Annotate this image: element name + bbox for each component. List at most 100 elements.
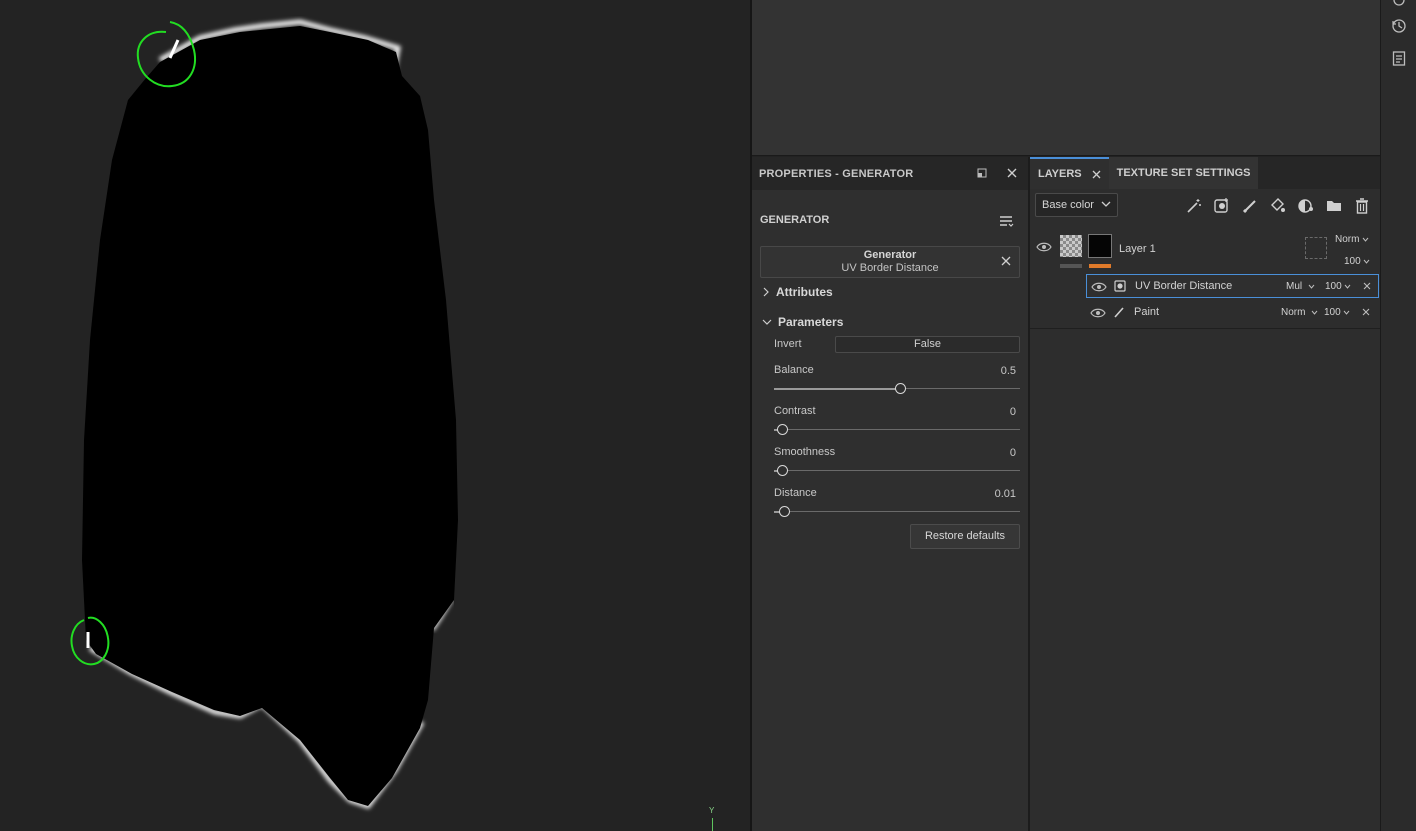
effect-blend-label: Mul bbox=[1286, 281, 1303, 292]
chevron-down-icon bbox=[762, 319, 772, 325]
balance-slider-knob[interactable] bbox=[895, 383, 906, 394]
add-folder-icon[interactable] bbox=[1324, 196, 1344, 216]
balance-slider[interactable] bbox=[774, 383, 1020, 395]
smoothness-label: Smoothness bbox=[774, 446, 836, 458]
viewport-3d[interactable]: Y bbox=[0, 0, 750, 831]
effect-blend-label: Norm bbox=[1281, 307, 1306, 318]
add-effect-wand-icon[interactable] bbox=[1184, 196, 1204, 216]
distance-slider-knob[interactable] bbox=[779, 506, 790, 517]
add-mask-icon[interactable] bbox=[1212, 196, 1232, 216]
layer-content-thumbnail[interactable] bbox=[1060, 235, 1082, 257]
effect-opacity[interactable]: 100 bbox=[1324, 307, 1350, 318]
delete-trash-icon[interactable] bbox=[1352, 196, 1372, 216]
smoothness-slider-knob[interactable] bbox=[777, 465, 788, 476]
distance-label: Distance bbox=[774, 487, 817, 499]
clipboard-icon[interactable] bbox=[1389, 48, 1409, 68]
chevron-down-icon bbox=[1311, 310, 1318, 315]
contrast-label: Contrast bbox=[774, 405, 816, 417]
restore-defaults-button[interactable]: Restore defaults bbox=[910, 524, 1020, 549]
history-icon[interactable] bbox=[1389, 16, 1409, 36]
effect-row-selected[interactable]: UV Border Distance Mul 100 bbox=[1086, 274, 1379, 298]
visibility-eye-icon[interactable] bbox=[1091, 281, 1107, 293]
chevron-right-icon bbox=[763, 287, 769, 297]
tab-texture-label: TEXTURE SET SETTINGS bbox=[1116, 167, 1251, 179]
add-paint-layer-icon[interactable] bbox=[1240, 196, 1260, 216]
undock-icon[interactable] bbox=[974, 165, 990, 181]
layers-tabbar: LAYERS TEXTURE SET SETTINGS bbox=[1030, 157, 1380, 189]
uv-island-shape bbox=[82, 26, 458, 806]
smoothness-value[interactable]: 0 bbox=[1010, 447, 1016, 459]
chevron-down-icon bbox=[1345, 284, 1351, 289]
balance-label: Balance bbox=[774, 364, 814, 376]
chevron-down-icon bbox=[1364, 259, 1370, 264]
contrast-slider-knob[interactable] bbox=[777, 424, 788, 435]
generator-icon bbox=[1114, 280, 1126, 292]
contrast-value[interactable]: 0 bbox=[1010, 406, 1016, 418]
effect-name: Paint bbox=[1134, 306, 1160, 318]
properties-panel: PROPERTIES - GENERATOR GENERATOR Generat… bbox=[752, 157, 1028, 831]
layer-mask-thumbnail[interactable] bbox=[1088, 234, 1112, 258]
paint-brush-icon bbox=[1114, 307, 1124, 318]
remove-effect-icon[interactable] bbox=[1363, 282, 1371, 290]
parameters-label: Parameters bbox=[778, 315, 844, 329]
layer-name[interactable]: Layer 1 bbox=[1119, 243, 1156, 255]
invert-toggle[interactable]: False bbox=[835, 336, 1020, 353]
layer-blend-mode[interactable]: Norm bbox=[1335, 234, 1369, 245]
generator-selector[interactable]: Generator UV Border Distance bbox=[760, 246, 1020, 278]
properties-title: PROPERTIES - GENERATOR bbox=[759, 167, 914, 180]
channel-select-value: Base color bbox=[1042, 199, 1094, 211]
effect-blend-mode[interactable]: Mul bbox=[1286, 281, 1315, 292]
layer-channels-preview bbox=[1305, 237, 1327, 259]
visibility-eye-icon[interactable] bbox=[1036, 241, 1052, 253]
layers-toolbar: Base color bbox=[1030, 191, 1380, 221]
layer-opacity[interactable]: 100 bbox=[1344, 256, 1370, 267]
parameters-group-header[interactable]: Parameters bbox=[762, 315, 843, 329]
generator-name: Generator bbox=[863, 249, 917, 261]
effect-opacity-label: 100 bbox=[1324, 307, 1341, 318]
right-icon-strip bbox=[1380, 0, 1416, 831]
attributes-group-header[interactable]: Attributes bbox=[762, 285, 833, 299]
top-dock-area bbox=[752, 0, 1380, 156]
tab-layers-label: LAYERS bbox=[1038, 168, 1082, 180]
settings-icon[interactable] bbox=[1389, 0, 1409, 10]
contrast-slider[interactable] bbox=[774, 424, 1020, 436]
remove-effect-icon[interactable] bbox=[1362, 308, 1370, 316]
channel-select[interactable]: Base color bbox=[1035, 193, 1118, 217]
remove-generator-icon[interactable] bbox=[999, 255, 1013, 269]
effect-opacity-label: 100 bbox=[1325, 281, 1342, 292]
effect-name: UV Border Distance bbox=[1135, 280, 1233, 292]
effect-row[interactable]: Paint Norm 100 bbox=[1086, 301, 1379, 325]
mask-selected-indicator bbox=[1089, 264, 1111, 268]
smoothness-slider[interactable] bbox=[774, 465, 1020, 477]
distance-value[interactable]: 0.01 bbox=[995, 488, 1016, 500]
close-icon[interactable] bbox=[1092, 170, 1101, 179]
chevron-down-icon bbox=[1101, 201, 1111, 207]
distance-slider[interactable] bbox=[774, 506, 1020, 518]
axis-y-label: Y bbox=[709, 806, 715, 815]
uv-mask-preview bbox=[70, 19, 458, 809]
thumbnail-underline bbox=[1060, 264, 1082, 268]
invert-label: Invert bbox=[774, 338, 802, 350]
balance-value[interactable]: 0.5 bbox=[1001, 365, 1016, 377]
layer-blend-label: Norm bbox=[1335, 234, 1360, 245]
tab-layers[interactable]: LAYERS bbox=[1030, 157, 1109, 189]
layers-panel: LAYERS TEXTURE SET SETTINGS Base color L… bbox=[1030, 157, 1380, 831]
list-menu-icon[interactable] bbox=[998, 213, 1014, 229]
layer-row[interactable]: Layer 1 Norm 100 bbox=[1030, 229, 1380, 275]
generator-section-title: GENERATOR bbox=[760, 214, 830, 226]
properties-titlebar: PROPERTIES - GENERATOR bbox=[752, 157, 1028, 190]
tab-texture-set-settings[interactable]: TEXTURE SET SETTINGS bbox=[1108, 157, 1259, 189]
visibility-eye-icon[interactable] bbox=[1090, 307, 1106, 319]
chevron-down-icon bbox=[1308, 284, 1315, 289]
effect-blend-mode[interactable]: Norm bbox=[1281, 307, 1318, 318]
attributes-label: Attributes bbox=[776, 285, 833, 299]
layer-opacity-label: 100 bbox=[1344, 256, 1361, 267]
chevron-down-icon bbox=[1344, 310, 1350, 315]
generator-type: UV Border Distance bbox=[841, 262, 939, 274]
add-smart-material-icon[interactable] bbox=[1296, 196, 1316, 216]
axis-y-line bbox=[712, 818, 713, 831]
add-fill-layer-icon[interactable] bbox=[1268, 196, 1288, 216]
chevron-down-icon bbox=[1362, 237, 1369, 242]
close-icon[interactable] bbox=[1004, 165, 1020, 181]
effect-opacity[interactable]: 100 bbox=[1325, 281, 1351, 292]
